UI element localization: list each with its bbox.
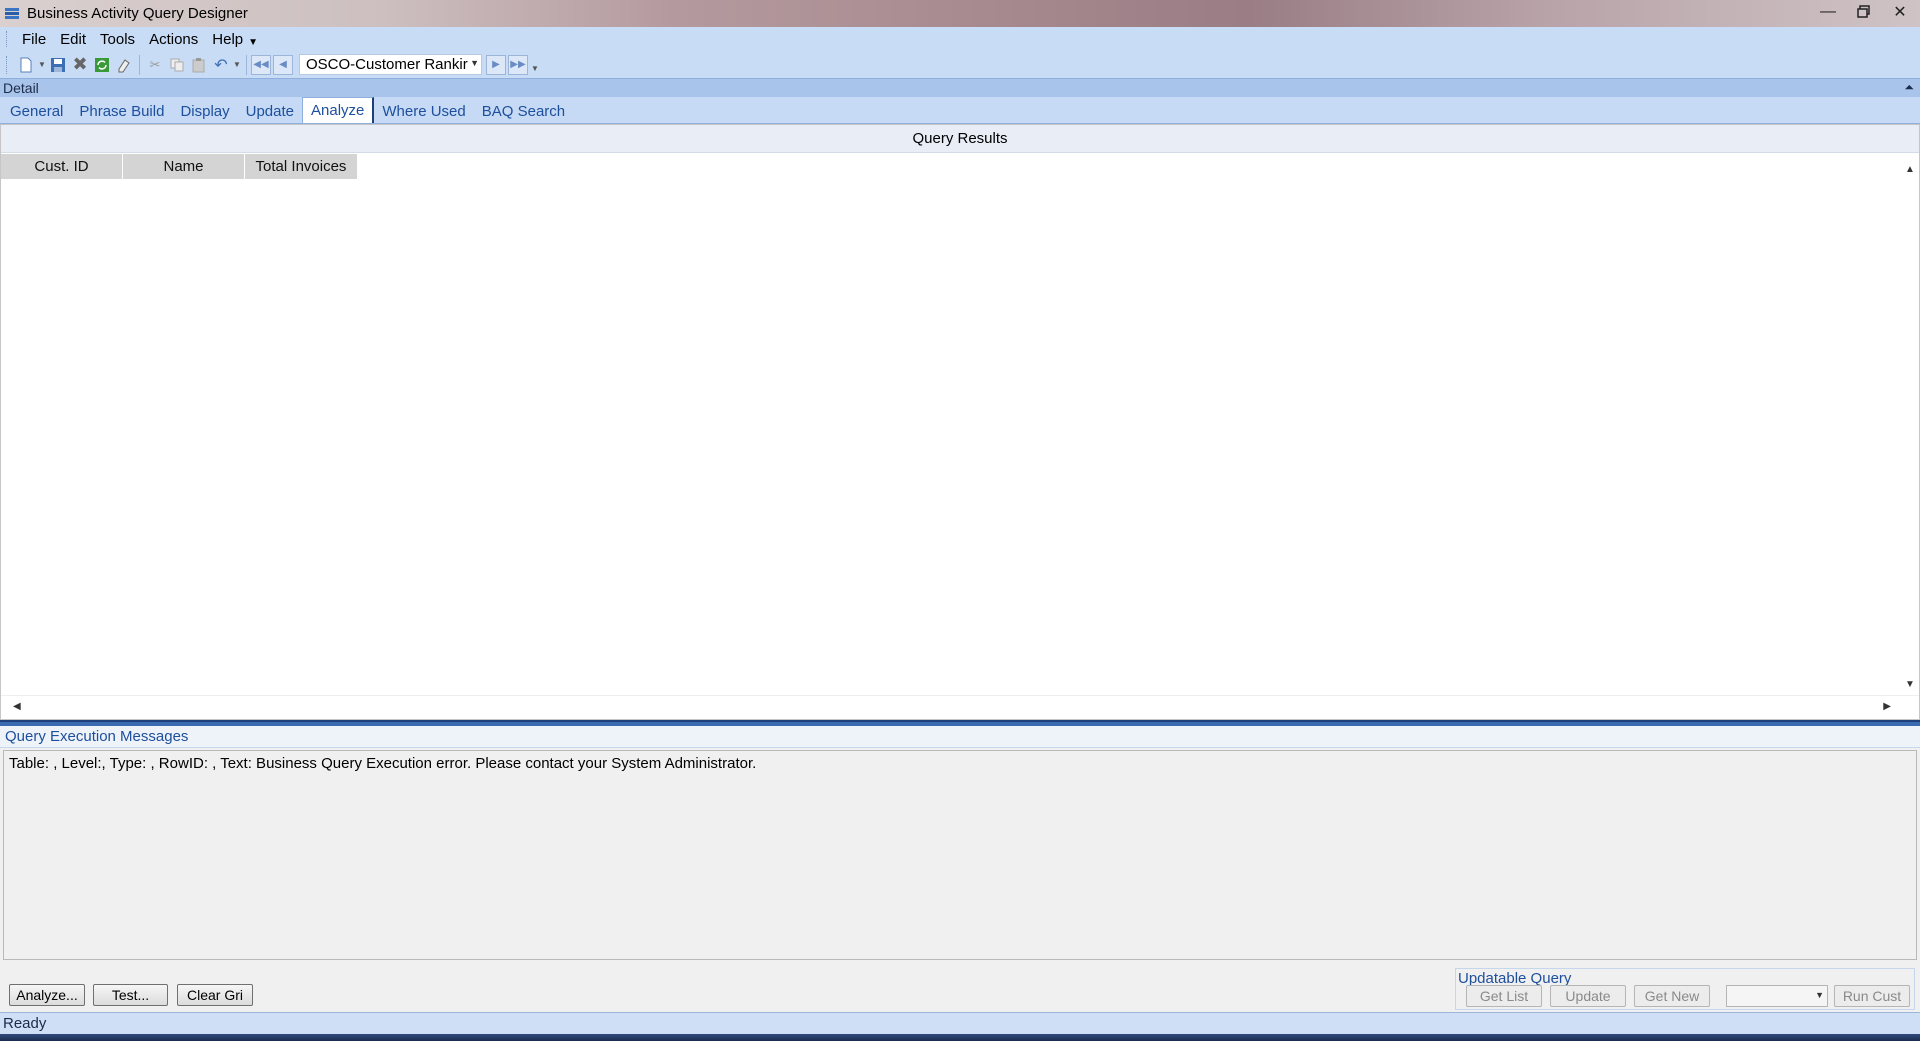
chevron-down-icon[interactable]: ▼ (1815, 990, 1824, 1000)
get-new-button[interactable]: Get New (1634, 985, 1710, 1007)
tab-analyze[interactable]: Analyze (302, 97, 375, 123)
chevron-down-icon[interactable]: ▼ (470, 58, 479, 68)
detail-header: Detail ⏶ (0, 78, 1920, 97)
tab-where-used[interactable]: Where Used (374, 99, 473, 123)
tab-baq-search[interactable]: BAQ Search (474, 99, 573, 123)
vertical-scrollbar[interactable]: ▲ ▼ (1901, 154, 1919, 694)
scroll-right-icon[interactable]: ▶ (1883, 701, 1891, 712)
undo-dropdown-icon[interactable]: ▼ (232, 54, 242, 76)
scroll-left-icon[interactable]: ◀ (13, 701, 21, 712)
menu-tools[interactable]: Tools (93, 31, 142, 48)
cut-icon[interactable]: ✂ (144, 54, 166, 76)
tab-update[interactable]: Update (238, 99, 302, 123)
custom-action-select[interactable]: ▼ (1726, 985, 1828, 1007)
query-execution-messages-panel: Query Execution Messages Table: , Level:… (0, 726, 1920, 962)
restore-icon[interactable] (1850, 1, 1878, 23)
tab-strip: General Phrase Build Display Update Anal… (0, 97, 1920, 124)
tab-display[interactable]: Display (172, 99, 237, 123)
close-icon[interactable]: ✕ (1886, 1, 1914, 23)
menu-help[interactable]: Help (205, 31, 250, 48)
paste-icon[interactable] (188, 54, 210, 76)
copy-icon[interactable] (166, 54, 188, 76)
window-controls: — ✕ (1814, 0, 1914, 24)
scroll-up-icon[interactable]: ▲ (1905, 164, 1915, 175)
menu-overflow-icon[interactable]: ▼ (248, 37, 258, 48)
menu-grip (6, 31, 9, 47)
pin-icon[interactable]: ⏶ (1904, 80, 1914, 95)
query-results-panel: Query Results Cust. ID Name Total Invoic… (0, 124, 1920, 720)
status-text: Ready (3, 1015, 47, 1032)
tab-general[interactable]: General (2, 99, 71, 123)
run-custom-button[interactable]: Run Cust (1834, 985, 1910, 1007)
menu-file[interactable]: File (15, 31, 53, 48)
new-dropdown-icon[interactable]: ▼ (37, 54, 47, 76)
results-grid-header: Cust. ID Name Total Invoices (1, 154, 1919, 179)
scroll-down-icon[interactable]: ▼ (1905, 679, 1915, 690)
minimize-icon[interactable]: — (1814, 1, 1842, 23)
last-record-icon[interactable]: ▶▶ (508, 54, 528, 75)
first-record-icon[interactable]: ◀◀ (251, 54, 271, 75)
update-button[interactable]: Update (1550, 985, 1626, 1007)
app-icon (3, 5, 21, 23)
menu-actions[interactable]: Actions (142, 31, 205, 48)
next-record-icon[interactable]: ▶ (486, 54, 506, 75)
refresh-icon[interactable] (91, 54, 113, 76)
window-title: Business Activity Query Designer (27, 5, 248, 22)
clear-icon[interactable] (113, 54, 135, 76)
action-button-row: Analyze... Test... Clear Gri Updatable Q… (0, 962, 1920, 1012)
analyze-button[interactable]: Analyze... (9, 984, 85, 1006)
delete-icon[interactable]: ✖ (69, 54, 91, 76)
message-line: Table: , Level:, Type: , RowID: , Text: … (9, 755, 757, 772)
clear-grid-button[interactable]: Clear Gri (177, 984, 253, 1006)
tab-phrase-build[interactable]: Phrase Build (71, 99, 172, 123)
get-list-button[interactable]: Get List (1466, 985, 1542, 1007)
toolbar-overflow-icon[interactable]: ▼ (530, 58, 540, 80)
save-icon[interactable] (47, 54, 69, 76)
toolbar-separator (139, 54, 140, 75)
toolbar-separator (246, 54, 247, 75)
column-header-name[interactable]: Name (123, 154, 245, 179)
menu-bar: File Edit Tools Actions Help ▼ (0, 27, 1920, 51)
messages-text[interactable]: Table: , Level:, Type: , RowID: , Text: … (3, 750, 1917, 960)
undo-icon[interactable]: ↶ (210, 54, 232, 76)
toolbar-grip (6, 55, 9, 74)
status-bar: Ready (0, 1012, 1920, 1034)
query-results-title: Query Results (1, 125, 1919, 153)
updatable-query-group: Updatable Query Get List Update Get New … (1455, 968, 1915, 1010)
taskbar (0, 1034, 1920, 1041)
toolbar: ▼ ✖ ✂ ↶ ▼ ◀◀ ◀ OSCO-Customer Rankir ▼ ▶ … (0, 51, 1920, 78)
column-header-total-invoices[interactable]: Total Invoices (245, 154, 358, 179)
test-button[interactable]: Test... (93, 984, 168, 1006)
previous-record-icon[interactable]: ◀ (273, 54, 293, 75)
new-icon[interactable] (15, 54, 37, 76)
menu-edit[interactable]: Edit (53, 31, 93, 48)
record-selector-value: OSCO-Customer Rankir (306, 56, 468, 73)
record-selector[interactable]: OSCO-Customer Rankir ▼ (299, 54, 482, 75)
column-header-cust-id[interactable]: Cust. ID (1, 154, 123, 179)
messages-title: Query Execution Messages (0, 726, 1920, 748)
detail-label: Detail (3, 80, 39, 96)
title-bar: Business Activity Query Designer — ✕ (0, 0, 1920, 27)
horizontal-scrollbar[interactable]: ◀ ▶ (1, 695, 1919, 719)
